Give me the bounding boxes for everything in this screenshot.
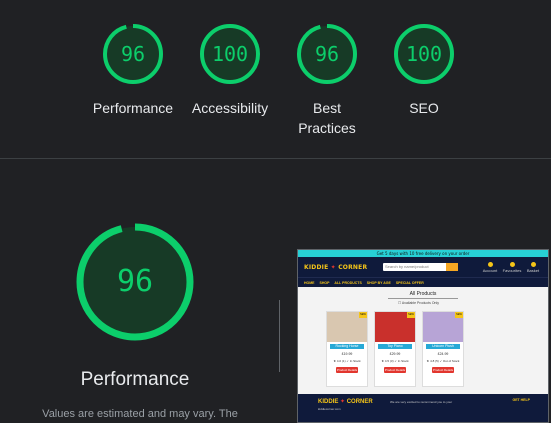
- thumb-basket-icon: Basket: [523, 262, 543, 273]
- performance-score: 96: [116, 264, 154, 299]
- page-screenshot-thumbnail[interactable]: Get 5 days with 10 free delivery on your…: [297, 249, 549, 423]
- thumb-footer: KIDDIE ✦ CORNER kiddiecorner.com We are …: [298, 394, 548, 422]
- thumb-product-button: Product Details: [336, 367, 358, 373]
- gauge-performance[interactable]: 96 Performance: [78, 22, 188, 118]
- star-icon: ✦: [340, 399, 346, 405]
- thumb-title-underline: [388, 298, 458, 299]
- gauge-ring: 96: [295, 22, 359, 86]
- thumb-banner: Get 5 days with 10 free delivery on your…: [298, 250, 548, 257]
- vertical-separator: [279, 300, 280, 372]
- performance-title: Performance: [80, 369, 190, 390]
- thumb-filter-checkbox: ☐ Available Products Only: [398, 301, 440, 305]
- gauge-ring: 100: [392, 22, 456, 86]
- section-divider: [0, 158, 551, 159]
- gauge-ring: 100: [198, 22, 262, 86]
- thumb-footer-sub: kiddiecorner.com: [318, 407, 341, 411]
- thumb-product-card: NEW Toy Piano £29.99 ★ 4.5 (3) ✓ In Stoc…: [374, 311, 416, 387]
- gauge-label: Accessibility: [191, 100, 269, 116]
- thumb-search-button: [446, 263, 458, 271]
- performance-ring: 96: [75, 222, 195, 342]
- thumb-product-tag: NEW: [407, 312, 415, 318]
- thumb-product-name: Rocking Horse: [330, 344, 364, 349]
- thumb-nav-item: SPECIAL OFFER: [395, 280, 424, 285]
- performance-note: Values are estimated and may vary. The: [42, 408, 238, 420]
- thumb-search: Search by name/product: [383, 263, 458, 271]
- gauge-ring: 96: [101, 22, 165, 86]
- thumb-product-stock: ★ 4.5 (3) ✓ In Stock: [381, 359, 409, 363]
- thumb-product-price: £24.99: [437, 352, 449, 356]
- thumb-product-card: NEW Rocking Horse £19.99 ★ 4.0 (1) ✓ In …: [326, 311, 368, 387]
- thumb-account-icon: Account: [480, 262, 500, 273]
- thumb-body: All Products ☐ Available Products Only N…: [298, 287, 548, 394]
- thumb-product-stock: ★ 4.8 (5) ✓ Out of Stock: [426, 359, 460, 363]
- thumb-product-card: NEW Unicorn Plush £24.99 ★ 4.8 (5) ✓ Out…: [422, 311, 464, 387]
- gauge-score: 96: [120, 42, 146, 66]
- thumb-logo-left: KIDDIE: [304, 263, 329, 271]
- thumb-nav-item: ALL PRODUCTS: [334, 280, 362, 285]
- thumb-product-button: Product Details: [384, 367, 406, 373]
- thumb-footer-heading: GET HELP: [512, 398, 530, 402]
- thumb-product-tag: NEW: [455, 312, 463, 318]
- thumb-nav-item: HOME: [304, 280, 315, 285]
- thumb-nav-item: SHOP: [319, 280, 330, 285]
- gauge-best-practices[interactable]: 96 Best Practices: [272, 22, 382, 138]
- thumb-product-button: Product Details: [432, 367, 454, 373]
- thumb-footer-logo: KIDDIE ✦ CORNER: [318, 398, 373, 405]
- thumb-product-name: Toy Piano: [378, 344, 412, 349]
- gauge-score: 96: [314, 42, 340, 66]
- gauge-score: 100: [211, 42, 249, 66]
- gauge-label: Performance: [92, 100, 174, 116]
- thumb-product-price: £19.99: [341, 352, 353, 356]
- gauge-label: Best Practices: [298, 100, 356, 136]
- category-gauges: 96 Performance 100 Accessibility 96 Best…: [0, 0, 551, 158]
- thumb-footer-text: We are very excited to recommend you to …: [390, 400, 453, 404]
- thumb-footer-logo-right: CORNER: [346, 399, 373, 405]
- thumb-banner-text: Get 5 days with 10 free delivery on your…: [376, 251, 470, 256]
- thumb-product-name: Unicorn Plush: [426, 344, 460, 349]
- thumb-logo-right: CORNER: [338, 263, 368, 271]
- thumb-favourites-icon: Favourites: [502, 262, 522, 273]
- gauge-label: SEO: [409, 100, 439, 116]
- gauge-score: 100: [405, 42, 443, 66]
- thumb-header: KIDDIE ✦ CORNER Search by name/product A…: [298, 257, 548, 277]
- thumb-product-stock: ★ 4.0 (1) ✓ In Stock: [333, 359, 361, 363]
- thumb-product-tag: NEW: [359, 312, 367, 318]
- performance-gauge: 96: [60, 222, 210, 342]
- gauge-accessibility[interactable]: 100 Accessibility: [175, 22, 285, 118]
- thumb-product-price: £29.99: [389, 352, 401, 356]
- thumb-logo: KIDDIE ✦ CORNER: [304, 264, 367, 271]
- thumb-page-title: All Products: [409, 291, 437, 297]
- star-icon: ✦: [330, 263, 336, 271]
- thumb-nav-item: SHOP BY AGE: [366, 280, 391, 285]
- thumb-nav: HOME SHOP ALL PRODUCTS SHOP BY AGE SPECI…: [298, 277, 548, 287]
- gauge-seo[interactable]: 100 SEO: [369, 22, 479, 118]
- thumb-footer-logo-left: KIDDIE: [318, 399, 339, 405]
- thumb-search-placeholder: Search by name/product: [385, 264, 429, 269]
